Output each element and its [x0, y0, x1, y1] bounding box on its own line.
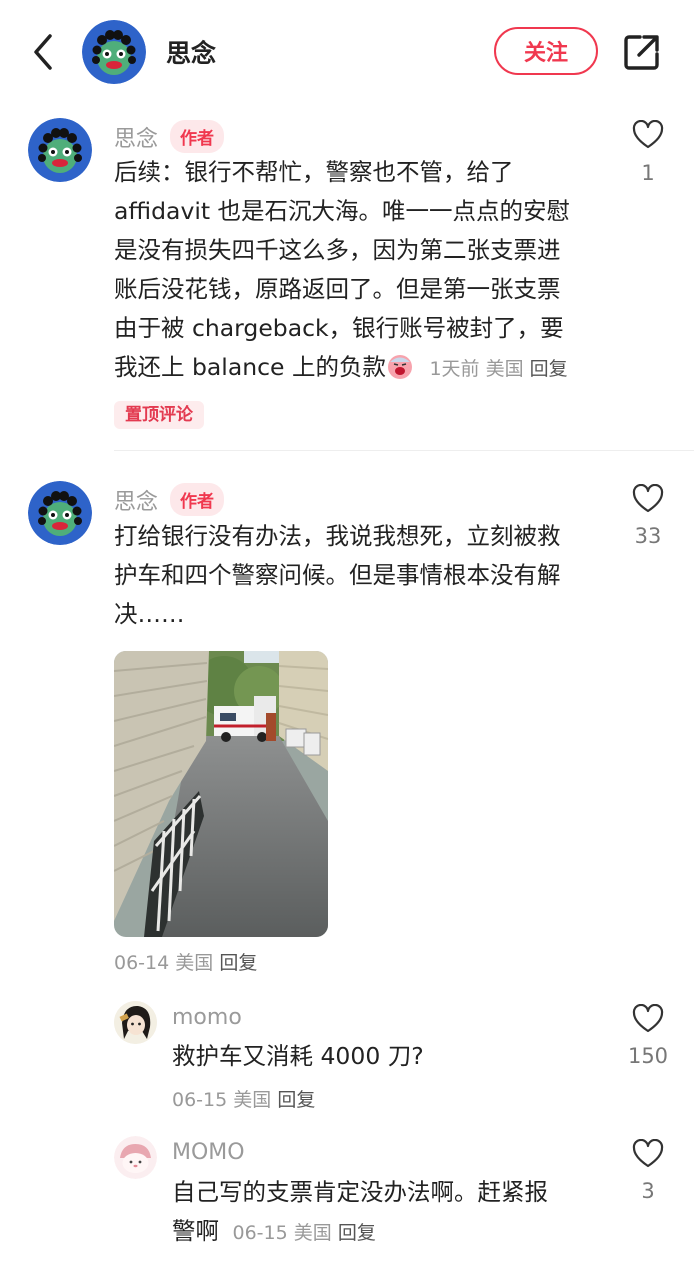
like-count: 1	[641, 161, 655, 185]
comment-line: 我还上 balance 上的负款	[114, 353, 386, 381]
like-heart-icon[interactable]	[632, 484, 664, 514]
reply-username[interactable]: MOMO	[172, 1140, 245, 1165]
comment-time: 1天前	[429, 358, 480, 380]
reply-button[interactable]: 回复	[277, 1089, 315, 1111]
like-heart-icon[interactable]	[632, 120, 664, 150]
reply-line: 自己写的支票肯定没办法啊。赶紧报	[172, 1178, 548, 1206]
comment-line: affidavit 也是石沉大海。唯一一点点的安慰	[114, 197, 571, 225]
like-heart-icon[interactable]	[632, 1139, 664, 1169]
reply-location: 美国	[233, 1089, 272, 1111]
comment-line: 账后没花钱，原路返回了。但是第一张支票	[114, 275, 561, 303]
avatar-image	[28, 118, 92, 182]
comment-line: 后续：银行不帮忙，警察也不管，给了	[114, 158, 514, 186]
reply-text: 救护车又消耗 4000 刀?	[172, 1042, 424, 1070]
comment-text: 打给银行没有办法，我说我想死，立刻被救 护车和四个警察问候。但是事情根本没有解 …	[114, 517, 614, 634]
avatar-image	[114, 1001, 157, 1044]
like-heart-icon[interactable]	[632, 1004, 664, 1034]
crying-face-emoji	[387, 355, 412, 379]
comment-text: 后续：银行不帮忙，警察也不管，给了 affidavit 也是石沉大海。唯一一点点…	[114, 153, 614, 389]
comment-line: 打给银行没有办法，我说我想死，立刻被救	[114, 522, 561, 550]
comment-line: 决……	[114, 600, 185, 628]
author-badge: 作者	[170, 483, 225, 516]
avatar-image	[82, 20, 146, 84]
comment-username[interactable]: 思念	[114, 121, 158, 153]
reply-button[interactable]: 回复	[338, 1222, 376, 1244]
author-badge: 作者	[170, 120, 225, 153]
comment-divider	[114, 450, 694, 451]
comment-line: 护车和四个警察问候。但是事情根本没有解	[114, 561, 561, 589]
comment-avatar[interactable]	[28, 118, 92, 182]
reply-time: 06-15	[232, 1222, 288, 1244]
reply-location: 美国	[293, 1222, 332, 1244]
comment-avatar[interactable]	[28, 481, 92, 545]
comment-photo[interactable]	[114, 651, 328, 937]
reply-time: 06-15	[172, 1089, 228, 1111]
share-icon[interactable]	[622, 32, 662, 72]
avatar-image	[114, 1136, 157, 1179]
comment-line: 由于被 chargeback，银行账号被封了，要	[114, 314, 564, 342]
pinned-comment-badge: 置顶评论	[114, 401, 204, 429]
comment-username[interactable]: 思念	[114, 484, 158, 516]
comment-location: 美国	[485, 358, 524, 380]
back-arrow-icon[interactable]	[28, 32, 62, 72]
reply-button[interactable]: 回复	[219, 952, 257, 974]
like-count: 150	[627, 1044, 669, 1068]
reply-avatar[interactable]	[114, 1001, 157, 1044]
follow-button[interactable]: 关注	[494, 27, 598, 75]
reply-button[interactable]: 回复	[530, 358, 568, 380]
comment-location: 美国	[175, 952, 214, 974]
reply-meta: 06-15 美国 回复	[172, 1085, 315, 1112]
avatar-image	[28, 481, 92, 545]
reply-username[interactable]: momo	[172, 1005, 242, 1030]
header-avatar[interactable]	[82, 20, 146, 84]
comment-meta: 06-14 美国 回复	[114, 948, 257, 975]
comment-time: 06-14	[114, 952, 170, 974]
like-count: 3	[641, 1179, 655, 1203]
comment-line: 是没有损失四千这么多，因为第二张支票进	[114, 236, 561, 264]
reply-line: 警啊	[172, 1217, 219, 1245]
reply-avatar[interactable]	[114, 1136, 157, 1179]
header-title: 思念	[166, 39, 217, 68]
reply-text: 自己写的支票肯定没办法啊。赶紧报 警啊 06-15 美国 回复	[172, 1173, 612, 1253]
like-count: 33	[634, 524, 662, 548]
alley-photo	[114, 651, 328, 937]
